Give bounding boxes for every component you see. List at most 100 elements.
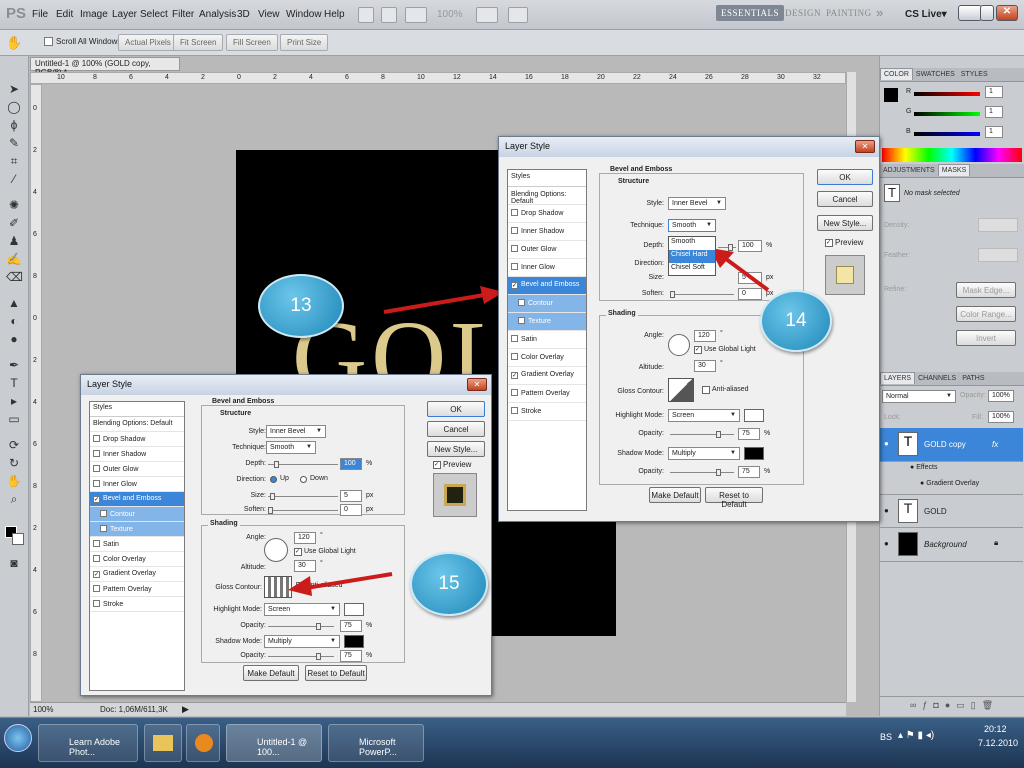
pattern-overlay-item[interactable]: Pattern Overlay xyxy=(508,385,586,403)
shadow-opacity-slider[interactable] xyxy=(670,469,734,476)
menu-view[interactable]: View xyxy=(258,9,280,20)
depth-value[interactable]: 100 xyxy=(340,458,362,470)
slider-knob[interactable] xyxy=(670,291,675,298)
cs-live-button[interactable]: CS Live▾ xyxy=(905,9,947,20)
checkbox[interactable] xyxy=(511,353,518,360)
slider-knob[interactable] xyxy=(716,469,721,476)
checkbox[interactable] xyxy=(511,335,518,342)
blend-mode-select[interactable]: Normal ▼ xyxy=(882,390,956,403)
inner-glow-item[interactable]: Inner Glow xyxy=(90,477,184,492)
gradient-overlay-item[interactable]: ✓ Gradient Overlay xyxy=(90,567,184,582)
tab-channels[interactable]: CHANNELS xyxy=(915,373,959,384)
gradient-overlay-item[interactable]: ✓ Gradient Overlay xyxy=(508,367,586,385)
crop-tool-icon[interactable]: ⌗ xyxy=(6,154,22,168)
g-slider[interactable] xyxy=(914,112,980,116)
quick-mask-icon[interactable]: ◙ xyxy=(6,556,22,570)
close-icon[interactable]: ✕ xyxy=(467,378,487,391)
size-slider[interactable] xyxy=(268,493,338,500)
marquee-tool-icon[interactable]: ◯ xyxy=(6,100,22,114)
global-light-checkbox[interactable]: ✓ xyxy=(294,548,302,556)
highlight-opacity-slider[interactable] xyxy=(268,623,334,630)
layers-footer-icons[interactable]: ∞ƒ◘●▭▯🗑︎ xyxy=(880,696,1024,714)
make-default-button[interactable]: Make Default xyxy=(649,487,701,503)
color-ramp[interactable] xyxy=(882,148,1022,162)
shadow-color-swatch[interactable] xyxy=(344,635,364,648)
fx-icon[interactable]: fx xyxy=(992,440,998,449)
taskbar-item-ie[interactable]: Learn Adobe Phot... xyxy=(38,724,138,762)
dodge-tool-icon[interactable]: ● xyxy=(6,332,22,346)
gloss-contour-picker[interactable] xyxy=(668,378,694,402)
clock-time[interactable]: 20:12 xyxy=(984,724,1007,734)
preview-checkbox[interactable]: ✓ xyxy=(825,239,833,247)
highlight-color-swatch[interactable] xyxy=(744,409,764,422)
path-select-icon[interactable]: ▸ xyxy=(6,394,22,408)
effects-row[interactable]: ● Effects xyxy=(910,464,937,471)
checkbox[interactable] xyxy=(511,389,518,396)
shadow-mode-select[interactable]: Multiply ▼ xyxy=(264,635,340,648)
checkbox[interactable] xyxy=(93,450,100,457)
outer-glow-item[interactable]: Outer Glow xyxy=(508,241,586,259)
angle-value[interactable]: 120 xyxy=(294,532,316,544)
highlight-mode-select[interactable]: Screen ▼ xyxy=(668,409,740,422)
fill-screen-button[interactable]: Fill Screen xyxy=(226,34,278,51)
global-light-checkbox[interactable]: ✓ xyxy=(694,346,702,354)
paint-bucket-icon[interactable]: ▲ xyxy=(6,296,22,310)
r-value[interactable]: 1 xyxy=(985,86,1003,98)
history-brush-icon[interactable]: ✍ xyxy=(6,252,22,266)
status-zoom[interactable]: 100% xyxy=(33,705,53,714)
dialog-titlebar[interactable]: Layer Style ✕ xyxy=(81,375,491,395)
eraser-icon[interactable]: ⌫ xyxy=(6,270,23,284)
menu-filter[interactable]: Filter xyxy=(172,9,194,20)
slider-knob[interactable] xyxy=(316,623,321,630)
depth-slider[interactable] xyxy=(268,461,338,468)
invert-button[interactable]: Invert xyxy=(956,330,1016,346)
menu-window[interactable]: Window xyxy=(286,9,322,20)
taskbar-item-explorer[interactable] xyxy=(144,724,182,762)
gradient-overlay-row[interactable]: ● Gradient Overlay xyxy=(920,480,979,487)
outer-glow-item[interactable]: Outer Glow xyxy=(90,462,184,477)
slider-knob[interactable] xyxy=(274,461,279,468)
dialog-titlebar[interactable]: Layer Style ✕ xyxy=(499,137,879,157)
hand-icon[interactable]: ✋ xyxy=(6,474,22,488)
eye-icon[interactable]: ● xyxy=(884,506,889,515)
layer-gold-copy[interactable]: ● T GOLD copy fx xyxy=(880,428,1023,462)
view-extras-icon[interactable] xyxy=(405,7,427,23)
type-tool-icon[interactable]: T xyxy=(6,376,22,390)
workspace-painting[interactable]: PAINTING xyxy=(826,8,872,18)
close-icon[interactable]: ✕ xyxy=(996,5,1018,21)
color-overlay-item[interactable]: Color Overlay xyxy=(508,349,586,367)
menu-3d[interactable]: 3D xyxy=(237,9,250,20)
menu-help[interactable]: Help xyxy=(324,9,345,20)
menu-edit[interactable]: Edit xyxy=(56,9,73,20)
highlight-opacity-slider[interactable] xyxy=(670,431,734,438)
texture-item[interactable]: Texture xyxy=(90,522,184,537)
b-slider[interactable] xyxy=(914,132,980,136)
language-indicator[interactable]: BS xyxy=(880,732,892,742)
density-field[interactable] xyxy=(978,218,1018,232)
soften-value[interactable]: 0 xyxy=(340,504,362,516)
taskbar-item-powerpoint[interactable]: Microsoft PowerP... xyxy=(328,724,424,762)
brush-tool-icon[interactable]: ✐ xyxy=(6,216,22,230)
shadow-opacity-slider[interactable] xyxy=(268,653,334,660)
shadow-opacity-value[interactable]: 75 xyxy=(738,466,760,478)
checkbox[interactable] xyxy=(100,510,107,517)
inner-shadow-item[interactable]: Inner Shadow xyxy=(508,223,586,241)
background-color-swatch[interactable] xyxy=(12,533,24,545)
direction-down-radio[interactable] xyxy=(300,476,307,483)
fit-screen-button[interactable]: Fit Screen xyxy=(173,34,224,51)
tab-color[interactable]: COLOR xyxy=(880,68,913,80)
slider-knob[interactable] xyxy=(316,653,321,660)
maximize-button[interactable] xyxy=(980,5,994,21)
eye-icon[interactable]: ● xyxy=(884,439,889,448)
reset-default-button[interactable]: Reset to Default xyxy=(705,487,763,509)
workspace-design[interactable]: DESIGN xyxy=(785,8,821,18)
satin-item[interactable]: Satin xyxy=(90,537,184,552)
tab-paths[interactable]: PATHS xyxy=(959,373,987,384)
new-style-button[interactable]: New Style... xyxy=(817,215,873,231)
clock-date[interactable]: 7.12.2010 xyxy=(978,738,1018,748)
more-workspaces-icon[interactable]: » xyxy=(876,5,883,20)
style-select[interactable]: Inner Bevel ▼ xyxy=(668,197,726,210)
cancel-button[interactable]: Cancel xyxy=(817,191,873,207)
option-smooth[interactable]: Smooth xyxy=(669,237,715,250)
slider-knob[interactable] xyxy=(268,507,273,514)
